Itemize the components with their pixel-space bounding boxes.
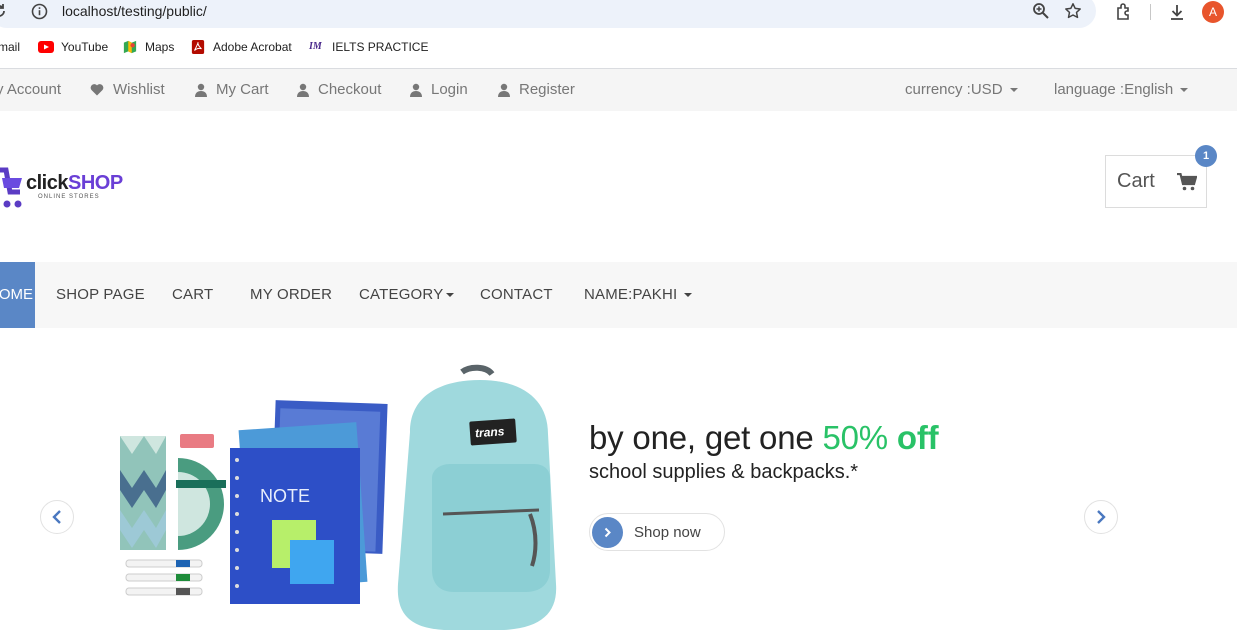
- backpack: trans: [397, 364, 557, 630]
- school-supplies-image: NOTE trans: [120, 364, 557, 630]
- user-icon: [498, 83, 510, 97]
- maps-icon: [123, 40, 137, 54]
- site-topbar: y Account Wishlist My Cart Checkout Logi…: [0, 69, 1237, 111]
- slider-next-button[interactable]: [1084, 500, 1118, 534]
- login-label: Login: [431, 81, 468, 98]
- nav-shop-page-label: SHOP PAGE: [56, 286, 145, 303]
- notebook-cover-text: NOTE: [260, 486, 310, 506]
- nav-user-dropdown[interactable]: NAME:PAKHI: [584, 286, 693, 303]
- eraser: [180, 434, 214, 448]
- caret-down-icon: [446, 293, 455, 298]
- bookmark-ielts[interactable]: IM IELTS PRACTICE: [309, 40, 428, 54]
- shopping-cart-icon: [1177, 173, 1197, 191]
- nav-cart[interactable]: CART: [172, 286, 213, 303]
- nav-my-order-label: MY ORDER: [250, 286, 333, 303]
- chevron-right-icon: [604, 527, 611, 538]
- heart-icon: [90, 84, 104, 96]
- bookmark-maps[interactable]: Maps: [122, 40, 174, 54]
- bookmarks-bar: mail YouTube Maps Adobe Acrobat IM IELTS…: [0, 36, 1237, 60]
- cart-label: Cart: [1117, 170, 1155, 192]
- slider-prev-button[interactable]: [40, 500, 74, 534]
- protractor: [176, 458, 226, 550]
- profile-avatar[interactable]: A: [1202, 1, 1224, 23]
- caret-down-icon: [684, 293, 693, 298]
- site-logo[interactable]: clickSHOP ONLINE STORES: [0, 160, 124, 212]
- pencil-case: [120, 436, 166, 550]
- youtube-icon: [38, 41, 54, 53]
- nav-category-label: CATEGORY: [359, 286, 444, 303]
- site-info-icon[interactable]: [31, 3, 48, 20]
- currency-label: currency :USD: [905, 81, 1003, 98]
- language-dropdown[interactable]: language :English: [1054, 81, 1189, 98]
- headline-discount: 50%: [822, 419, 897, 456]
- my-account-label: y Account: [0, 81, 62, 98]
- wishlist-link[interactable]: Wishlist: [90, 81, 165, 98]
- markers: [125, 559, 203, 596]
- ielts-icon: IM: [309, 41, 322, 52]
- url-text[interactable]: localhost/testing/public/: [62, 3, 207, 19]
- checkout-link[interactable]: Checkout: [297, 81, 381, 98]
- logo-wordmark: clickSHOP: [26, 172, 123, 195]
- nav-shop-page[interactable]: SHOP PAGE: [56, 286, 145, 303]
- my-cart-link[interactable]: My Cart: [195, 81, 269, 98]
- bookmark-acrobat[interactable]: Adobe Acrobat: [190, 40, 292, 54]
- logo-click-text: click: [26, 172, 68, 194]
- slide-headline: by one, get one 50% off: [589, 419, 939, 457]
- logo-tagline: ONLINE STORES: [38, 194, 100, 200]
- cart-count-badge: 1: [1195, 145, 1217, 167]
- bookmark-label: Maps: [145, 40, 175, 54]
- shop-now-label: Shop now: [634, 524, 701, 541]
- my-cart-label: My Cart: [216, 81, 269, 98]
- bookmark-label: IELTS PRACTICE: [332, 40, 429, 54]
- nav-user-label: NAME:PAKHI: [584, 286, 678, 303]
- extensions-icon[interactable]: [1114, 2, 1134, 22]
- register-link[interactable]: Register: [498, 81, 575, 98]
- notebooks: NOTE: [230, 400, 388, 604]
- bookmark-label: YouTube: [61, 40, 109, 54]
- toolbar-divider: [1150, 4, 1151, 20]
- chevron-right-icon: [1097, 510, 1106, 524]
- caret-down-icon: [1009, 87, 1018, 92]
- nav-home[interactable]: HOME: [0, 262, 35, 328]
- nav-category-dropdown[interactable]: CATEGORY: [359, 286, 455, 303]
- headline-text: by one, get one: [589, 419, 823, 456]
- bookmark-label: Adobe Acrobat: [213, 40, 292, 54]
- nav-contact[interactable]: CONTACT: [480, 286, 553, 303]
- login-link[interactable]: Login: [410, 81, 468, 98]
- nav-my-order[interactable]: MY ORDER: [250, 286, 332, 303]
- zoom-icon[interactable]: [1032, 2, 1050, 20]
- my-account-link[interactable]: y Account: [0, 81, 61, 98]
- chevron-left-icon: [52, 510, 61, 524]
- checkout-label: Checkout: [318, 81, 382, 98]
- slide-subline: school supplies & backpacks.*: [589, 461, 859, 483]
- shop-now-circle: [592, 517, 623, 548]
- bookmark-youtube[interactable]: YouTube: [38, 40, 108, 54]
- nav-contact-label: CONTACT: [480, 286, 553, 303]
- user-icon: [297, 83, 309, 97]
- backpack-brand-text: trans: [475, 424, 506, 440]
- logo-shop-text: SHOP: [67, 172, 123, 194]
- acrobat-icon: [191, 40, 205, 54]
- shop-now-button[interactable]: Shop now: [589, 513, 725, 551]
- cart-logo-icon: [0, 167, 22, 208]
- user-icon: [410, 83, 422, 97]
- browser-toolbar: localhost/testing/public/ A: [0, 0, 1237, 28]
- bookmark-star-icon[interactable]: [1064, 2, 1082, 20]
- header-cart-button[interactable]: Cart: [1105, 155, 1207, 208]
- currency-dropdown[interactable]: currency :USD: [905, 81, 1018, 98]
- nav-cart-label: CART: [172, 286, 214, 303]
- language-label: language :English: [1054, 81, 1174, 98]
- main-navigation: HOME SHOP PAGE CART MY ORDER CATEGORY CO…: [0, 262, 1237, 328]
- bookmark-label: mail: [0, 40, 21, 54]
- wishlist-label: Wishlist: [113, 81, 165, 98]
- download-icon[interactable]: [1167, 2, 1187, 22]
- caret-down-icon: [1180, 87, 1189, 92]
- user-icon: [195, 83, 207, 97]
- headline-off: off: [896, 419, 939, 456]
- reload-icon[interactable]: [0, 2, 8, 20]
- bookmark-gmail[interactable]: mail: [0, 40, 20, 54]
- register-label: Register: [519, 81, 575, 98]
